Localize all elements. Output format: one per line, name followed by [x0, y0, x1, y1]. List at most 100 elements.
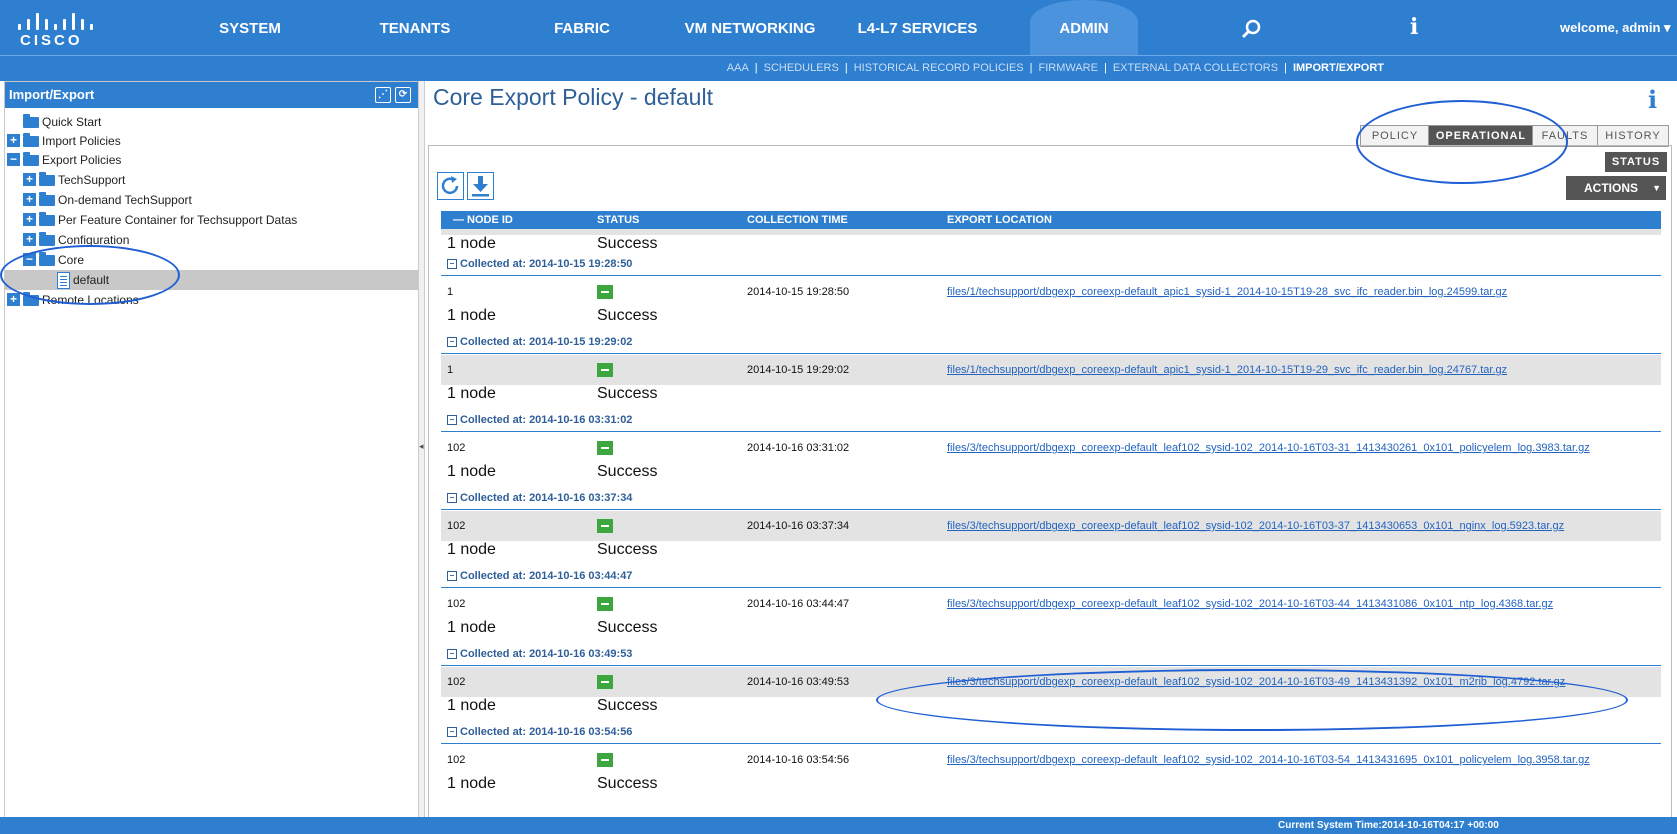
- tree-view-icon[interactable]: ⋰: [375, 87, 391, 103]
- group-header[interactable]: − Collected at: 2014-10-16 03:54:56: [441, 721, 1661, 744]
- group-header[interactable]: − Collected at: 2014-10-16 03:44:47: [441, 565, 1661, 588]
- collection-group: − Collected at: 2014-10-16 03:31:02 102 201…: [441, 409, 1661, 487]
- column-collection-time[interactable]: COLLECTION TIME: [747, 211, 848, 229]
- tab-operational[interactable]: OPERATIONAL: [1428, 125, 1534, 147]
- collapse-group-icon[interactable]: −: [447, 259, 457, 269]
- tab-history[interactable]: HISTORY: [1597, 125, 1669, 147]
- success-status-icon: [597, 285, 613, 299]
- tab-policy[interactable]: POLICY: [1360, 125, 1430, 147]
- tree-item-configuration[interactable]: + Configuration: [5, 230, 419, 250]
- user-menu[interactable]: welcome, admin ▾: [1560, 20, 1671, 36]
- column-status[interactable]: STATUS: [597, 211, 639, 229]
- group-header[interactable]: − Collected at: 2014-10-16 03:49:53: [441, 643, 1661, 666]
- status-text: Success: [597, 541, 658, 558]
- table-row[interactable]: 102 2014-10-16 03:49:53 files/3/techsuppor…: [441, 667, 1661, 721]
- nav-admin[interactable]: ADMIN: [1030, 0, 1138, 55]
- navigation-panel-header: Import/Export ⋰ ⟳: [5, 82, 419, 108]
- subnav-historical-record-policies[interactable]: HISTORICAL RECORD POLICIES: [854, 62, 1024, 74]
- success-status-icon: [597, 363, 613, 377]
- expand-icon[interactable]: +: [23, 233, 36, 246]
- collapse-group-icon[interactable]: −: [447, 727, 457, 737]
- subnav-firmware[interactable]: FIRMWARE: [1038, 62, 1097, 74]
- export-location-link[interactable]: files/3/techsupport/dbgexp_coreexp-defau…: [947, 754, 1590, 766]
- table-row[interactable]: 102 2014-10-16 03:31:02 files/3/techsuppor…: [441, 433, 1661, 487]
- group-header[interactable]: − Collected at: 2014-10-15 19:28:50: [441, 253, 1661, 276]
- help-info-icon[interactable]: i: [1648, 85, 1657, 114]
- refresh-icon[interactable]: ⟳: [395, 87, 411, 103]
- table-row[interactable]: 102 2014-10-16 03:37:34 files/3/techsuppor…: [441, 511, 1661, 565]
- subnav-import-export[interactable]: IMPORT/EXPORT: [1293, 62, 1384, 74]
- download-button[interactable]: [467, 172, 494, 200]
- table-row[interactable]: 1 2014-10-15 19:29:02 files/1/techsupport/…: [441, 355, 1661, 409]
- subnav-schedulers[interactable]: SCHEDULERS: [764, 62, 839, 74]
- collapse-group-icon[interactable]: −: [447, 337, 457, 347]
- export-location-link[interactable]: files/3/techsupport/dbgexp_coreexp-defau…: [947, 598, 1553, 610]
- group-header[interactable]: − Collected at: 2014-10-16 03:37:34: [441, 487, 1661, 510]
- nav-l4-l7-services[interactable]: L4-L7 SERVICES: [850, 0, 985, 55]
- collapse-arrow-icon[interactable]: ◂: [419, 441, 424, 452]
- nav-fabric[interactable]: FABRIC: [532, 0, 632, 55]
- column-node-id[interactable]: NODE ID: [467, 211, 513, 229]
- group-title: Collected at: 2014-10-16 03:44:47: [460, 570, 633, 582]
- expand-icon[interactable]: +: [23, 213, 36, 226]
- column-export-location[interactable]: EXPORT LOCATION: [947, 211, 1052, 229]
- tree-item-import-policies[interactable]: + Import Policies: [5, 131, 419, 151]
- tree-item-default[interactable]: default: [5, 270, 419, 290]
- tree-item-export-policies[interactable]: − Export Policies: [5, 150, 419, 170]
- tree-item-core[interactable]: − Core: [5, 250, 419, 270]
- tree-item-techsupport[interactable]: + TechSupport: [5, 170, 419, 190]
- collapse-group-icon[interactable]: −: [447, 649, 457, 659]
- export-location-link[interactable]: files/3/techsupport/dbgexp_coreexp-defau…: [947, 442, 1590, 454]
- search-icon[interactable]: [1240, 18, 1262, 40]
- nav-tenants[interactable]: TENANTS: [365, 0, 465, 55]
- table-row[interactable]: 102 2014-10-16 03:54:56 files/3/techsuppor…: [441, 745, 1661, 799]
- tab-faults[interactable]: FAULTS: [1532, 125, 1598, 147]
- node-id-cell: 102: [447, 598, 466, 610]
- node-count: 1 node: [447, 619, 496, 636]
- expand-icon[interactable]: +: [23, 173, 36, 186]
- nav-vm-networking[interactable]: VM NETWORKING: [680, 0, 820, 55]
- collapse-icon[interactable]: −: [7, 153, 20, 166]
- info-icon[interactable]: i: [1410, 14, 1418, 40]
- subnav-aaa[interactable]: AAA: [727, 62, 749, 74]
- collapse-group-icon[interactable]: −: [447, 493, 457, 503]
- tree-item-quick-start[interactable]: Quick Start: [5, 112, 419, 132]
- tree-item-per-feature-container[interactable]: + Per Feature Container for Techsupport …: [5, 210, 419, 230]
- table-row[interactable]: 1 2014-10-15 19:28:50 files/1/techsupport/…: [441, 277, 1661, 331]
- export-location-link[interactable]: files/3/techsupport/dbgexp_coreexp-defau…: [947, 676, 1565, 688]
- actions-dropdown[interactable]: ACTIONS ▼: [1566, 176, 1666, 200]
- tree-item-remote-locations[interactable]: + Remote Locations: [5, 290, 419, 310]
- collection-time-cell: 2014-10-16 03:54:56: [747, 754, 850, 766]
- refresh-icon: [441, 176, 459, 195]
- collapse-icon[interactable]: −: [23, 253, 36, 266]
- table-row[interactable]: 102 2014-10-16 03:44:47 files/3/techsuppor…: [441, 589, 1661, 643]
- success-status-icon: [597, 753, 613, 767]
- folder-icon: [39, 212, 55, 226]
- collapse-group-icon[interactable]: −: [447, 415, 457, 425]
- sub-nav-bar: AAA | SCHEDULERS | HISTORICAL RECORD POLICIE…: [0, 55, 1677, 81]
- subnav-external-data-collectors[interactable]: EXTERNAL DATA COLLECTORS: [1113, 62, 1278, 74]
- folder-icon: [23, 114, 39, 128]
- panel-splitter[interactable]: ◂: [418, 81, 425, 817]
- collapse-group-icon[interactable]: −: [447, 571, 457, 581]
- collapse-all-icon[interactable]: —: [453, 211, 464, 229]
- tab-status[interactable]: STATUS: [1605, 152, 1667, 172]
- expand-icon[interactable]: +: [23, 193, 36, 206]
- group-header[interactable]: − Collected at: 2014-10-15 19:29:02: [441, 331, 1661, 354]
- success-status-icon: [597, 519, 613, 533]
- status-text: Success: [597, 235, 658, 252]
- nav-system[interactable]: SYSTEM: [200, 0, 300, 55]
- export-location-link[interactable]: files/1/techsupport/dbgexp_coreexp-defau…: [947, 286, 1507, 298]
- group-header[interactable]: − Collected at: 2014-10-16 03:31:02: [441, 409, 1661, 432]
- collection-group: − Collected at: 2014-10-16 03:49:53 102 201…: [441, 643, 1661, 721]
- export-location-link[interactable]: files/3/techsupport/dbgexp_coreexp-defau…: [947, 520, 1564, 532]
- expand-icon[interactable]: +: [7, 293, 20, 306]
- expand-icon[interactable]: +: [7, 134, 20, 147]
- cisco-logo[interactable]: CISCO: [14, 10, 94, 50]
- tree-item-on-demand-techsupport[interactable]: + On-demand TechSupport: [5, 190, 419, 210]
- tree-item-label: Per Feature Container for Techsupport Da…: [58, 213, 298, 227]
- table-row[interactable]: 1 node Success: [441, 229, 1661, 253]
- tree-item-label: Core: [58, 253, 85, 267]
- refresh-button[interactable]: [437, 172, 464, 200]
- export-location-link[interactable]: files/1/techsupport/dbgexp_coreexp-defau…: [947, 364, 1507, 376]
